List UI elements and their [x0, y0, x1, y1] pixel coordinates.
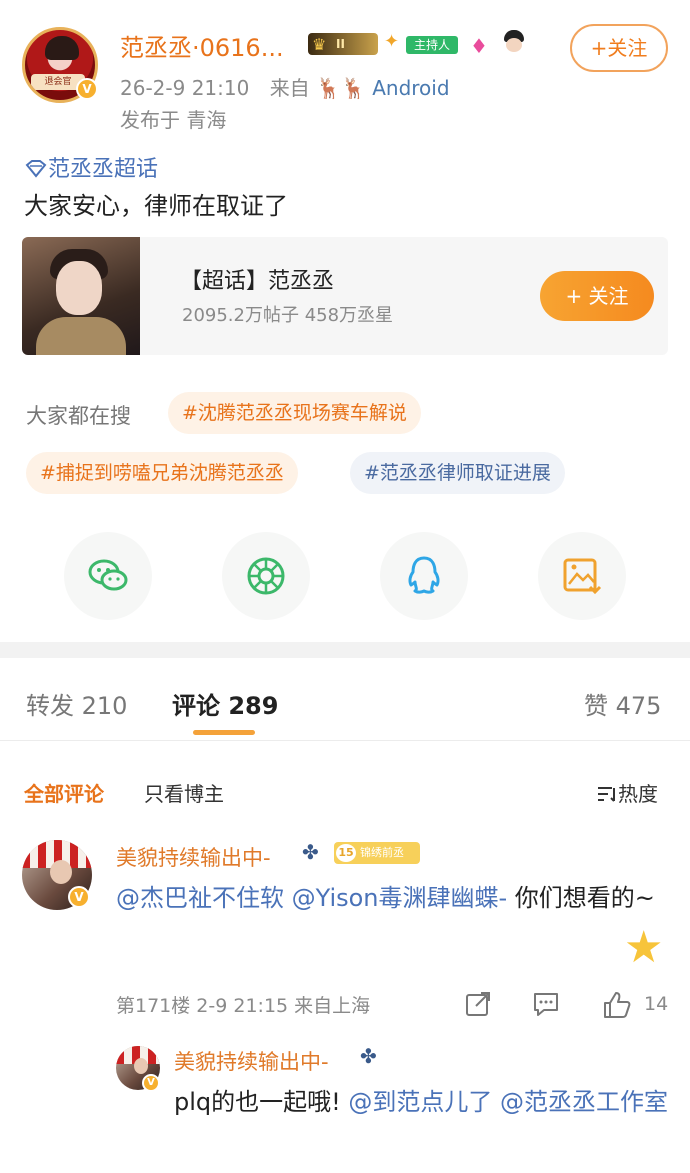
- host-badge[interactable]: ✦ 主持人: [384, 31, 460, 55]
- author-name[interactable]: 范丞丞·0616...: [120, 28, 284, 63]
- topic-stats: 2095.2万帖子 458万丞星: [182, 305, 394, 326]
- share-comment-button[interactable]: [464, 990, 492, 1022]
- deer-icon: 🦌🦌: [316, 76, 366, 100]
- share-moments-button[interactable]: [222, 532, 310, 620]
- filter-author-only[interactable]: 只看博主: [144, 778, 224, 807]
- tab-comments[interactable]: 评论 289: [172, 686, 278, 721]
- mention-link[interactable]: @范丞丞工作室: [500, 1088, 668, 1116]
- wechat-icon: [88, 559, 128, 591]
- thumbs-up-icon: [604, 992, 631, 1018]
- hot-search-tag[interactable]: #沈腾范丞丞现场赛车解说: [168, 392, 421, 434]
- tab-divider: [0, 740, 690, 741]
- verified-badge-icon: V: [68, 886, 90, 908]
- save-image-icon: [563, 558, 602, 595]
- post-meta: 26-2-9 21:10 来自 🦌🦌 Android: [120, 76, 450, 100]
- clover-icon: ✤: [302, 840, 319, 864]
- mention-link[interactable]: @杰巴祉不住软: [116, 884, 284, 912]
- moments-icon: [247, 557, 285, 595]
- section-divider: [0, 642, 690, 658]
- comment-icon: [534, 993, 558, 1016]
- reply-user-name[interactable]: 美貌持续输出中-: [174, 1046, 329, 1076]
- comment-text: @杰巴祉不住软 @Yison毒渊肆幽蝶- 你们想看的~: [116, 884, 655, 912]
- hot-search-tag[interactable]: #范丞丞律师取证进展: [350, 452, 565, 494]
- topic-follow-button[interactable]: + 关注: [540, 271, 654, 321]
- reply-comment-button[interactable]: [532, 990, 560, 1022]
- save-image-button[interactable]: [538, 532, 626, 620]
- super-topic-card[interactable]: 【超话】范丞丞 2095.2万帖子 458万丞星 + 关注: [22, 237, 668, 355]
- lion-icon: ✦: [384, 31, 400, 52]
- super-topic-link[interactable]: 范丞丞超话: [24, 151, 158, 183]
- post-source: Android: [372, 76, 450, 100]
- topic-title: 【超话】范丞丞: [180, 269, 335, 294]
- sort-by-hot[interactable]: 热度: [596, 778, 658, 807]
- active-tab-indicator: [193, 730, 255, 735]
- post-time: 26-2-9 21:10: [120, 76, 250, 100]
- post-text: 大家安心，律师在取证了: [24, 192, 288, 220]
- super-topic-icon: [25, 160, 47, 178]
- share-wechat-button[interactable]: [64, 532, 152, 620]
- follow-button[interactable]: +关注: [570, 24, 668, 72]
- reply-text: plq的也一起哦! @到范点儿了 @范丞丞工作室: [174, 1088, 669, 1116]
- fan-badge[interactable]: 15 锦绣前丞: [334, 842, 420, 864]
- sort-icon: [598, 787, 615, 802]
- filter-all-comments[interactable]: 全部评论: [24, 778, 104, 807]
- gem-icon[interactable]: ♦: [470, 34, 488, 58]
- cartoon-face-icon[interactable]: [502, 30, 526, 56]
- hot-search-label: 大家都在搜: [26, 404, 131, 428]
- post-location: 发布于 青海: [120, 108, 227, 132]
- mention-link[interactable]: @到范点儿了: [348, 1088, 492, 1116]
- tab-repost[interactable]: 转发 210: [26, 686, 127, 721]
- verified-badge-icon: V: [142, 1074, 160, 1092]
- topic-thumbnail: [22, 237, 140, 355]
- qq-icon: [408, 556, 440, 594]
- crown-icon: ♛: [312, 35, 327, 54]
- clover-icon: ✤: [360, 1044, 377, 1068]
- hot-search-tag[interactable]: #捕捉到唠嗑兄弟沈腾范丞丞: [26, 452, 298, 494]
- like-comment-button[interactable]: [602, 990, 632, 1024]
- like-count: 14: [644, 993, 669, 1015]
- share-qq-button[interactable]: [380, 532, 468, 620]
- commenter-name[interactable]: 美貌持续输出中-: [116, 842, 271, 872]
- star-sticker-icon: ★: [624, 922, 664, 973]
- mention-link[interactable]: @Yison毒渊肆幽蝶-: [292, 884, 508, 912]
- rank-badge[interactable]: ♛ II: [308, 33, 378, 55]
- comment-meta: 第171楼 2-9 21:15 来自上海: [116, 995, 371, 1017]
- share-icon: [466, 992, 490, 1016]
- tab-likes[interactable]: 赞 475: [584, 686, 661, 721]
- verified-badge-icon: V: [76, 78, 98, 100]
